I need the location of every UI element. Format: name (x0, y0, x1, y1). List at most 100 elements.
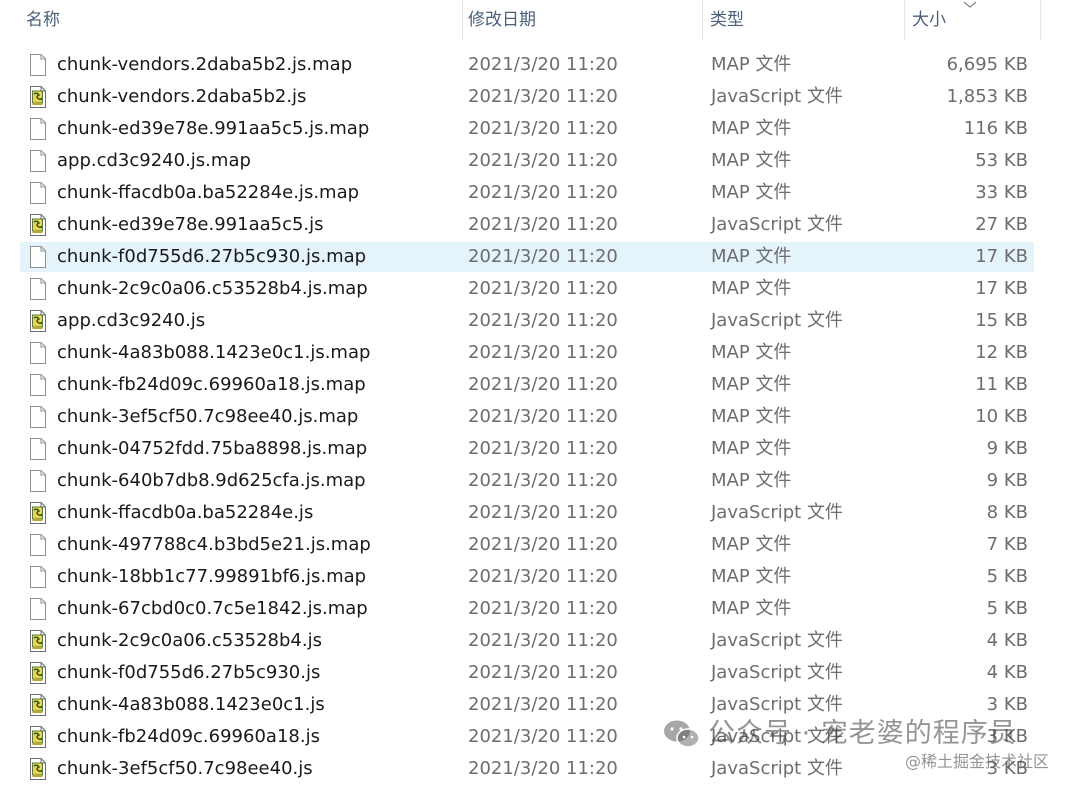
file-modified-date: 2021/3/20 11:20 (468, 246, 618, 267)
file-size: 5 KB (986, 566, 1028, 587)
file-modified-date: 2021/3/20 11:20 (468, 502, 618, 523)
column-divider[interactable] (1040, 0, 1041, 40)
map-file-icon (29, 534, 47, 556)
file-modified-date: 2021/3/20 11:20 (468, 118, 618, 139)
file-size: 17 KB (975, 246, 1028, 267)
file-size: 4 KB (986, 662, 1028, 683)
map-file-icon (29, 566, 47, 588)
watermark-source: @稀土掘金技术社区 (905, 752, 1050, 771)
file-modified-date: 2021/3/20 11:20 (468, 694, 618, 715)
file-type: MAP 文件 (711, 438, 792, 459)
file-name: chunk-4a83b088.1423e0c1.js (57, 694, 325, 715)
file-name: chunk-67cbd0c0.7c5e1842.js.map (57, 598, 368, 619)
file-list: chunk-vendors.2daba5b2.js.map 2021/3/20 1… (0, 49, 1072, 785)
file-name: chunk-fb24d09c.69960a18.js (57, 726, 320, 747)
file-name: chunk-640b7db8.9d625cfa.js.map (57, 470, 366, 491)
file-type: MAP 文件 (711, 598, 792, 619)
file-row[interactable]: chunk-ed39e78e.991aa5c5.js.map 2021/3/20 … (0, 113, 1072, 145)
file-name: chunk-f0d755d6.27b5c930.js (57, 662, 321, 683)
file-type: JavaScript 文件 (711, 86, 843, 107)
file-modified-date: 2021/3/20 11:20 (468, 182, 618, 203)
file-row[interactable]: app.cd3c9240.js.map 2021/3/20 11:20 MAP 文件… (0, 145, 1072, 177)
file-name: chunk-2c9c0a06.c53528b4.js.map (57, 278, 368, 299)
file-row[interactable]: chunk-18bb1c77.99891bf6.js.map 2021/3/20 … (0, 561, 1072, 593)
column-divider[interactable] (702, 0, 703, 40)
file-size: 6,695 KB (946, 54, 1028, 75)
file-modified-date: 2021/3/20 11:20 (468, 86, 618, 107)
javascript-file-icon (29, 694, 47, 716)
file-row[interactable]: chunk-2c9c0a06.c53528b4.js.map 2021/3/20 … (0, 273, 1072, 305)
map-file-icon (29, 598, 47, 620)
file-name: chunk-04752fdd.75ba8898.js.map (57, 438, 368, 459)
file-modified-date: 2021/3/20 11:20 (468, 342, 618, 363)
javascript-file-icon (29, 310, 47, 332)
file-row[interactable]: chunk-vendors.2daba5b2.js 2021/3/20 11:20… (0, 81, 1072, 113)
file-name: chunk-2c9c0a06.c53528b4.js (57, 630, 322, 651)
file-type: MAP 文件 (711, 470, 792, 491)
map-file-icon (29, 470, 47, 492)
map-file-icon (29, 438, 47, 460)
file-row[interactable]: chunk-4a83b088.1423e0c1.js.map 2021/3/20 … (0, 337, 1072, 369)
file-modified-date: 2021/3/20 11:20 (468, 534, 618, 555)
file-modified-date: 2021/3/20 11:20 (468, 406, 618, 427)
map-file-icon (29, 342, 47, 364)
file-row[interactable]: chunk-2c9c0a06.c53528b4.js 2021/3/20 11:2… (0, 625, 1072, 657)
file-size: 17 KB (975, 278, 1028, 299)
file-modified-date: 2021/3/20 11:20 (468, 150, 618, 171)
file-modified-date: 2021/3/20 11:20 (468, 278, 618, 299)
file-modified-date: 2021/3/20 11:20 (468, 726, 618, 747)
column-header-name[interactable]: 名称 (22, 0, 462, 40)
file-type: MAP 文件 (711, 118, 792, 139)
map-file-icon (29, 246, 47, 268)
file-row[interactable]: chunk-vendors.2daba5b2.js.map 2021/3/20 1… (0, 49, 1072, 81)
file-name: chunk-vendors.2daba5b2.js.map (57, 54, 353, 75)
file-row[interactable]: chunk-640b7db8.9d625cfa.js.map 2021/3/20 … (0, 465, 1072, 497)
file-size: 116 KB (963, 118, 1028, 139)
file-name: chunk-ed39e78e.991aa5c5.js.map (57, 118, 370, 139)
map-file-icon (29, 54, 47, 76)
file-name: chunk-18bb1c77.99891bf6.js.map (57, 566, 367, 587)
map-file-icon (29, 182, 47, 204)
file-row[interactable]: chunk-ffacdb0a.ba52284e.js 2021/3/20 11:2… (0, 497, 1072, 529)
map-file-icon (29, 374, 47, 396)
file-row[interactable]: chunk-ed39e78e.991aa5c5.js 2021/3/20 11:2… (0, 209, 1072, 241)
file-name: chunk-3ef5cf50.7c98ee40.js.map (57, 406, 359, 427)
file-size: 10 KB (975, 406, 1028, 427)
file-row[interactable]: app.cd3c9240.js 2021/3/20 11:20 JavaScript… (0, 305, 1072, 337)
file-row[interactable]: chunk-67cbd0c0.7c5e1842.js.map 2021/3/20 … (0, 593, 1072, 625)
column-header-date[interactable]: 修改日期 (464, 0, 702, 40)
file-name: chunk-497788c4.b3bd5e21.js.map (57, 534, 371, 555)
file-modified-date: 2021/3/20 11:20 (468, 598, 618, 619)
file-type: MAP 文件 (711, 374, 792, 395)
file-row[interactable]: chunk-f0d755d6.27b5c930.js.map 2021/3/20 … (0, 241, 1072, 273)
file-type: MAP 文件 (711, 278, 792, 299)
file-size: 9 KB (986, 470, 1028, 491)
column-divider[interactable] (462, 0, 463, 40)
file-type: JavaScript 文件 (711, 310, 843, 331)
file-size: 5 KB (986, 598, 1028, 619)
file-name: chunk-fb24d09c.69960a18.js.map (57, 374, 366, 395)
file-name: chunk-4a83b088.1423e0c1.js.map (57, 342, 371, 363)
javascript-file-icon (29, 502, 47, 524)
column-header-bar: 名称 修改日期 类型 大小 (0, 0, 1072, 40)
file-row[interactable]: chunk-497788c4.b3bd5e21.js.map 2021/3/20 … (0, 529, 1072, 561)
file-row[interactable]: chunk-ffacdb0a.ba52284e.js.map 2021/3/20 … (0, 177, 1072, 209)
file-modified-date: 2021/3/20 11:20 (468, 758, 618, 779)
file-name: app.cd3c9240.js.map (57, 150, 251, 171)
file-modified-date: 2021/3/20 11:20 (468, 214, 618, 235)
file-size: 15 KB (975, 310, 1028, 331)
file-row[interactable]: chunk-04752fdd.75ba8898.js.map 2021/3/20 … (0, 433, 1072, 465)
file-type: JavaScript 文件 (711, 758, 843, 779)
column-divider[interactable] (904, 0, 905, 40)
column-header-type[interactable]: 类型 (706, 0, 904, 40)
file-row[interactable]: chunk-3ef5cf50.7c98ee40.js.map 2021/3/20 … (0, 401, 1072, 433)
file-row[interactable]: chunk-fb24d09c.69960a18.js.map 2021/3/20 … (0, 369, 1072, 401)
file-name: chunk-3ef5cf50.7c98ee40.js (57, 758, 313, 779)
file-type: MAP 文件 (711, 182, 792, 203)
file-name: chunk-f0d755d6.27b5c930.js.map (57, 246, 367, 267)
map-file-icon (29, 406, 47, 428)
file-type: JavaScript 文件 (711, 630, 843, 651)
file-modified-date: 2021/3/20 11:20 (468, 310, 618, 331)
file-name: chunk-ffacdb0a.ba52284e.js.map (57, 182, 360, 203)
file-row[interactable]: chunk-f0d755d6.27b5c930.js 2021/3/20 11:2… (0, 657, 1072, 689)
